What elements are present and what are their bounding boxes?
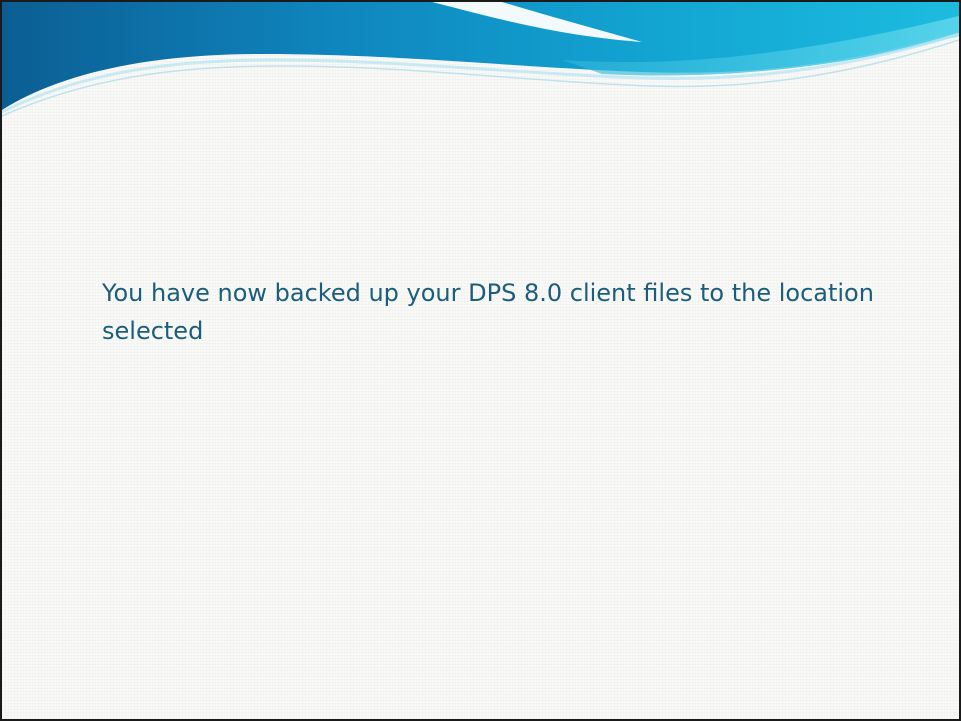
header-swoosh-graphic — [2, 2, 959, 117]
slide: You have now backed up your DPS 8.0 clie… — [0, 0, 961, 721]
slide-body-text: You have now backed up your DPS 8.0 clie… — [102, 279, 874, 345]
